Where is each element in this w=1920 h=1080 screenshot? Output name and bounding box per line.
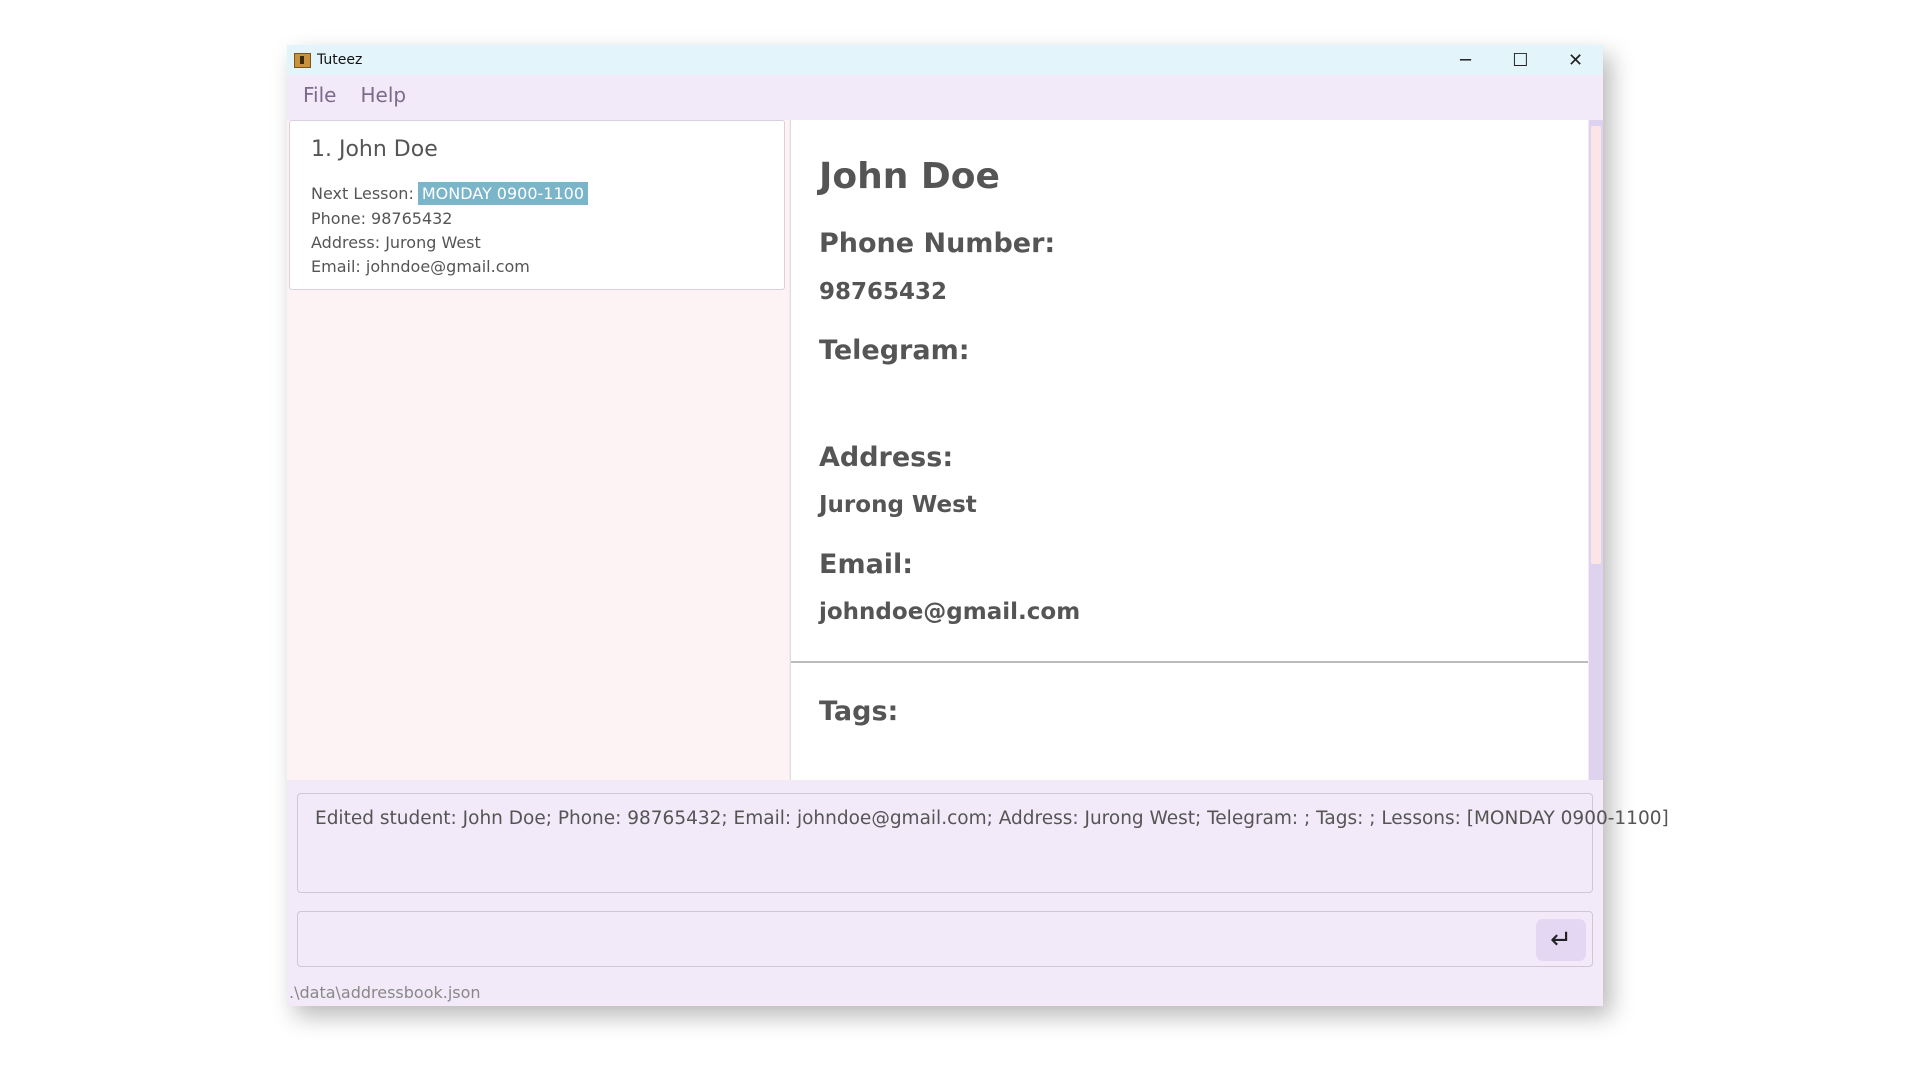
detail-email-label: Email:: [819, 549, 914, 580]
close-button[interactable]: ✕: [1548, 45, 1603, 75]
window-title: Tuteez: [317, 52, 363, 68]
detail-address-value: Jurong West: [819, 492, 977, 518]
student-detail-panel: John Doe Phone Number: 98765432 Telegram…: [790, 120, 1588, 780]
scrollbar-thumb[interactable]: [1591, 126, 1601, 564]
detail-telegram-label: Telegram:: [819, 335, 970, 366]
next-lesson-row: Next Lesson: MONDAY 0900-1100: [311, 182, 589, 205]
maximize-button[interactable]: ☐: [1493, 45, 1548, 75]
minimize-button[interactable]: ─: [1438, 45, 1493, 75]
enter-button[interactable]: ↵: [1536, 919, 1586, 961]
status-bar-path: .\data\addressbook.json: [289, 983, 481, 1002]
student-card-email: Email: johndoe@gmail.com: [311, 257, 530, 276]
detail-tags-label: Tags:: [819, 696, 899, 727]
app-window: Tuteez ─ ☐ ✕ File Help 1. John Doe Next …: [287, 45, 1669, 1006]
window-controls: ─ ☐ ✕: [1438, 45, 1603, 75]
next-lesson-badge: MONDAY 0900-1100: [417, 182, 589, 205]
detail-email-value: johndoe@gmail.com: [819, 599, 1081, 625]
command-input[interactable]: [308, 922, 1512, 958]
menu-file[interactable]: File: [303, 83, 336, 107]
menu-bar: File Help: [287, 75, 1603, 115]
detail-name: John Doe: [819, 156, 1000, 197]
result-message: Edited student: John Doe; Phone: 9876543…: [315, 808, 1669, 829]
student-card-address: Address: Jurong West: [311, 233, 481, 252]
next-lesson-label: Next Lesson:: [311, 184, 414, 203]
command-box: ↵: [297, 911, 1593, 967]
student-card[interactable]: 1. John Doe Next Lesson: MONDAY 0900-1100…: [289, 120, 785, 290]
detail-phone-label: Phone Number:: [819, 228, 1056, 259]
menu-help[interactable]: Help: [360, 83, 406, 107]
student-card-phone: Phone: 98765432: [311, 209, 453, 228]
detail-address-label: Address:: [819, 442, 954, 473]
detail-divider: [791, 661, 1588, 663]
app-logo-icon: [294, 52, 311, 68]
detail-scrollbar[interactable]: [1589, 120, 1603, 780]
result-display: Edited student: John Doe; Phone: 9876543…: [297, 793, 1669, 893]
student-card-name: 1. John Doe: [311, 137, 438, 162]
student-list-panel: 1. John Doe Next Lesson: MONDAY 0900-1100…: [287, 120, 789, 780]
enter-arrow-icon: ↵: [1550, 925, 1572, 955]
detail-phone-value: 98765432: [819, 279, 948, 305]
title-bar: Tuteez ─ ☐ ✕: [287, 45, 1603, 75]
